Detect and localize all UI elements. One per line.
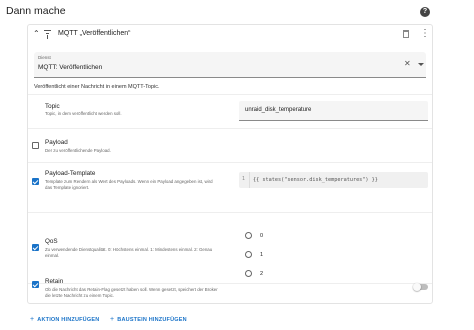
mqtt-icon (44, 30, 52, 39)
field-title: Payload-Template (45, 170, 96, 177)
qos-checkbox[interactable] (32, 244, 39, 251)
add-action-label: AKTION HINZUFÜGEN (37, 317, 100, 323)
payload-template-checkbox[interactable] (32, 178, 39, 185)
payload-checkbox[interactable] (32, 142, 39, 149)
plus-icon: + (110, 316, 115, 323)
field-row-qos: QoS Zu verwendende Dienstqualität. 0: Hö… (28, 212, 432, 283)
topic-input[interactable]: unraid_disk_temperature (239, 101, 428, 121)
field-title: Topic (45, 103, 60, 110)
field-description-cont: das Template ignoriert. (45, 185, 90, 190)
service-select[interactable]: Dienst MQTT: Veröffentlichen ✕ (34, 52, 426, 78)
field-description: Topic, in dem veröffentlicht werden soll… (45, 111, 122, 116)
qos-option-label: 2 (260, 271, 264, 277)
field-row-topic: Topic Topic, in dem veröffentlicht werde… (28, 94, 432, 128)
close-icon[interactable]: ✕ (404, 60, 411, 68)
field-description: Zu verwendende Dienstqualität. 0: Höchst… (45, 247, 213, 252)
service-select-label: Dienst (38, 55, 51, 60)
retain-toggle[interactable] (413, 283, 428, 291)
add-action-button[interactable]: + AKTION HINZUFÜGEN (30, 316, 99, 326)
field-row-payload-template: Payload-Template Template zum Rendern al… (28, 162, 432, 212)
field-title: Payload (45, 139, 68, 146)
field-title: Retain (45, 278, 64, 285)
chevron-up-icon[interactable]: ⌃ (33, 30, 40, 38)
field-row-payload: Payload Der zu veröffentlichende Payload… (28, 128, 432, 162)
caret-down-icon[interactable] (418, 63, 424, 66)
topic-input-value: unraid_disk_temperature (245, 107, 312, 113)
action-title: MQTT „Veröffentlichen“ (58, 30, 131, 37)
field-title: QoS (45, 238, 58, 245)
template-code[interactable]: {{ states("sensor.disk_temperatures") }} (253, 177, 378, 183)
section-header: Dann mache ? (0, 0, 474, 24)
qos-option-label: 0 (260, 233, 264, 239)
field-row-retain: Retain Ob die Nachricht das Retain-Flag … (28, 278, 432, 303)
qos-radio-2[interactable] (245, 270, 252, 277)
editor-gutter (249, 172, 250, 188)
field-description: Der zu veröffentlichende Payload. (45, 148, 111, 153)
action-card-header[interactable]: ⌃ MQTT „Veröffentlichen“ ⋮ (28, 25, 432, 45)
add-block-label: BAUSTEIN HINZUFÜGEN (117, 317, 187, 323)
retain-checkbox[interactable] (32, 281, 39, 288)
line-number: 1 (242, 177, 245, 182)
kebab-menu-icon[interactable]: ⋮ (420, 28, 430, 40)
action-card: ⌃ MQTT „Veröffentlichen“ ⋮ Dienst MQTT: … (27, 24, 433, 304)
plus-icon: + (30, 316, 35, 323)
field-description-cont: einmal. (45, 253, 60, 258)
field-description-cont: die letzte Nachricht zu einem Topic. (45, 293, 114, 298)
service-select-value: MQTT: Veröffentlichen (38, 64, 103, 71)
help-icon[interactable]: ? (420, 7, 430, 17)
trash-icon[interactable] (403, 30, 409, 38)
add-building-block-button[interactable]: + BAUSTEIN HINZUFÜGEN (110, 316, 187, 326)
qos-radio-0[interactable] (245, 232, 252, 239)
toggle-knob (413, 283, 421, 291)
section-title: Dann mache (6, 5, 66, 17)
qos-radio-1[interactable] (245, 251, 252, 258)
qos-option-label: 1 (260, 252, 264, 258)
action-description: Veröffentlicht einer Nachricht in einem … (34, 84, 160, 90)
payload-template-editor[interactable]: 1 {{ states("sensor.disk_temperatures") … (239, 172, 428, 188)
